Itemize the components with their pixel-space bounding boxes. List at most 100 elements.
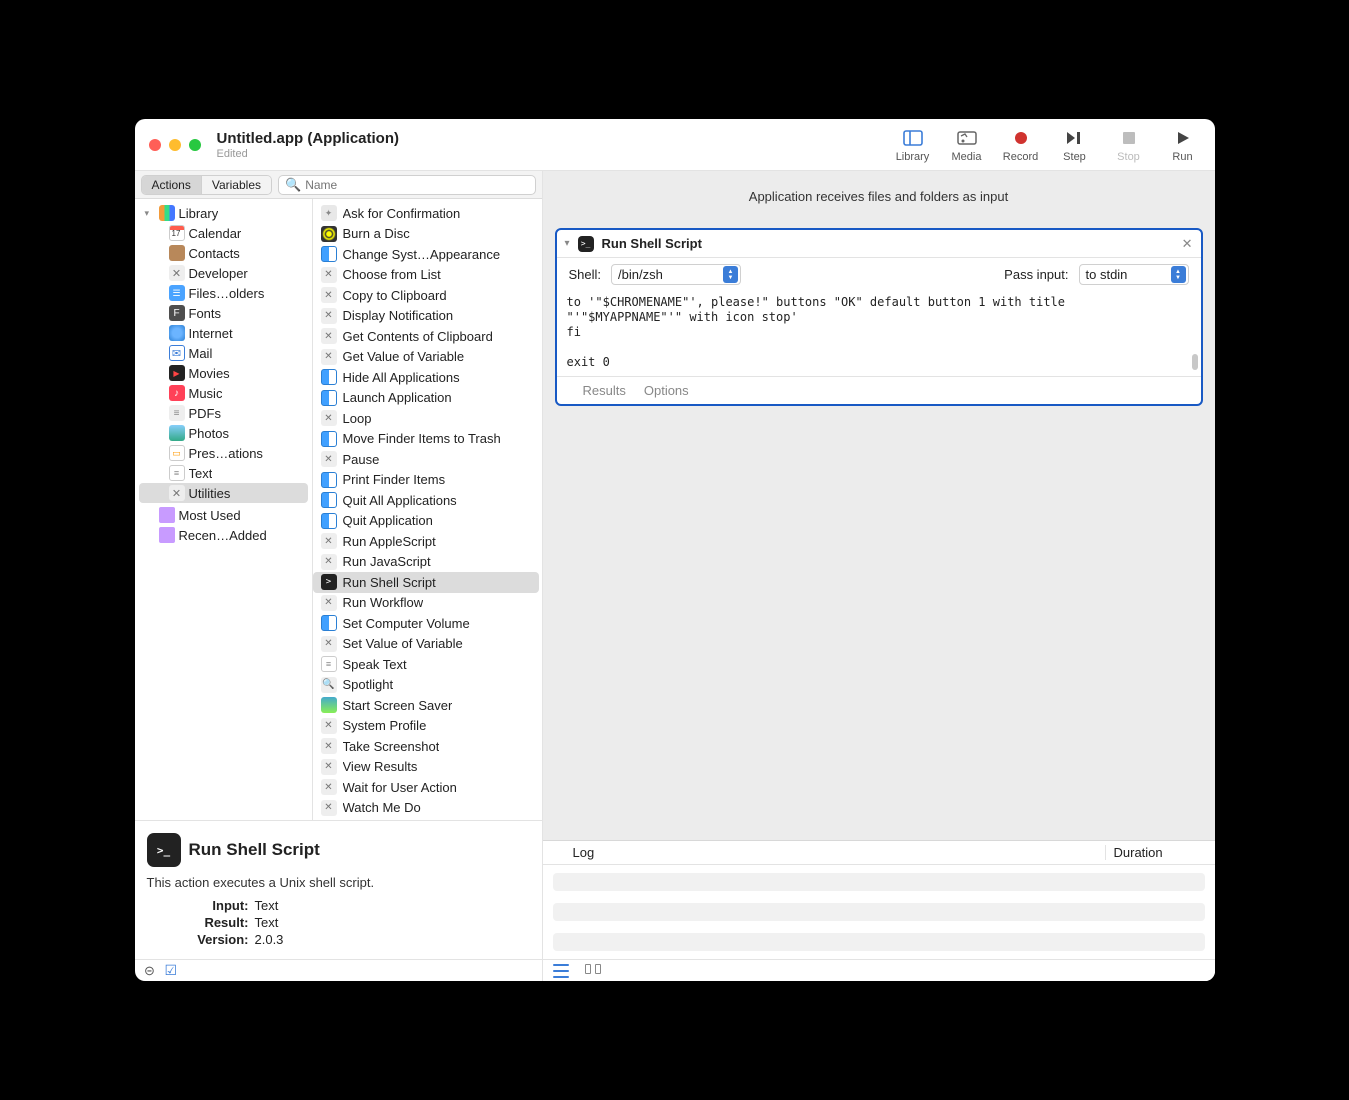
card-header[interactable]: ▾ >_ Run Shell Script ✕ — [557, 230, 1201, 258]
tree-item-label: PDFs — [189, 406, 222, 421]
toolbar-record-label: Record — [1003, 151, 1038, 163]
action-copy-to-clipboard[interactable]: Copy to Clipboard — [313, 285, 539, 306]
tree-item-developer[interactable]: Developer — [135, 263, 312, 283]
category-icon — [169, 305, 185, 321]
action-move-finder-items-to-trash[interactable]: Move Finder Items to Trash — [313, 429, 539, 450]
results-tab[interactable]: Results — [583, 383, 626, 398]
toolbar-media[interactable]: Media — [949, 127, 985, 163]
action-get-value-of-variable[interactable]: Get Value of Variable — [313, 347, 539, 368]
toolbar-step[interactable]: Step — [1057, 127, 1093, 163]
tree-item-contacts[interactable]: Contacts — [135, 243, 312, 263]
column-view-icon[interactable] — [585, 964, 601, 978]
action-spotlight[interactable]: Spotlight — [313, 675, 539, 696]
action-set-value-of-variable[interactable]: Set Value of Variable — [313, 634, 539, 655]
action-run-shell-script[interactable]: Run Shell Script — [313, 572, 539, 593]
action-run-applescript[interactable]: Run AppleScript — [313, 531, 539, 552]
cc-icon[interactable]: ⊝ — [143, 964, 157, 978]
action-loop[interactable]: Loop — [313, 408, 539, 429]
tree-item-mail[interactable]: Mail — [135, 343, 312, 363]
action-label: Display Notification — [343, 308, 454, 323]
info-description: This action executes a Unix shell script… — [147, 875, 530, 890]
action-view-results[interactable]: View Results — [313, 757, 539, 778]
chevron-down-icon[interactable]: ▾ — [145, 208, 155, 219]
tree-item-photos[interactable]: Photos — [135, 423, 312, 443]
tree-item-fonts[interactable]: Fonts — [135, 303, 312, 323]
pass-input-label: Pass input: — [1004, 267, 1068, 282]
window-subtitle: Edited — [217, 148, 895, 160]
search-field-wrap[interactable]: 🔍 — [278, 175, 536, 195]
tab-actions[interactable]: Actions — [142, 176, 201, 194]
list-view-icon[interactable] — [553, 964, 569, 978]
action-label: Start Screen Saver — [343, 698, 453, 713]
action-run-workflow[interactable]: Run Workflow — [313, 593, 539, 614]
pass-input-select[interactable]: to stdin — [1079, 264, 1189, 285]
tree-item-music[interactable]: Music — [135, 383, 312, 403]
minimize-window-button[interactable] — [169, 139, 181, 151]
action-quit-application[interactable]: Quit Application — [313, 511, 539, 532]
action-run-javascript[interactable]: Run JavaScript — [313, 552, 539, 573]
action-wait-for-user-action[interactable]: Wait for User Action — [313, 777, 539, 798]
tree-item-movies[interactable]: Movies — [135, 363, 312, 383]
tree-smart-most-used[interactable]: Most Used — [135, 505, 312, 525]
tree-item-utilities[interactable]: Utilities — [139, 483, 308, 503]
chevron-down-icon[interactable]: ▾ — [565, 238, 570, 249]
action-display-notification[interactable]: Display Notification — [313, 306, 539, 327]
toolbar-run[interactable]: Run — [1165, 127, 1201, 163]
close-window-button[interactable] — [149, 139, 161, 151]
script-editor[interactable]: to '"$CHROMENAME"', please!" buttons "OK… — [557, 291, 1201, 377]
tree-item-label: Utilities — [189, 486, 231, 501]
action-ask-for-confirmation[interactable]: Ask for Confirmation — [313, 203, 539, 224]
tab-variables[interactable]: Variables — [201, 176, 271, 194]
run-shell-script-card[interactable]: ▾ >_ Run Shell Script ✕ Shell: /bin/zsh … — [555, 228, 1203, 406]
action-launch-application[interactable]: Launch Application — [313, 388, 539, 409]
action-pause[interactable]: Pause — [313, 449, 539, 470]
action-system-profile[interactable]: System Profile — [313, 716, 539, 737]
toolbar-record[interactable]: Record — [1003, 127, 1039, 163]
action-icon — [321, 656, 337, 672]
toolbar-run-label: Run — [1172, 151, 1192, 163]
check-icon[interactable]: ☑︎ — [165, 962, 178, 979]
toolbar: Library Media Record Step Stop Run — [895, 127, 1201, 163]
action-hide-all-applications[interactable]: Hide All Applications — [313, 367, 539, 388]
duration-col-header[interactable]: Duration — [1105, 845, 1215, 860]
shell-select[interactable]: /bin/zsh — [611, 264, 741, 285]
action-take-screenshot[interactable]: Take Screenshot — [313, 736, 539, 757]
action-label: Pause — [343, 452, 380, 467]
action-change-syst-appearance[interactable]: Change Syst…Appearance — [313, 244, 539, 265]
tree-item-pdfs[interactable]: PDFs — [135, 403, 312, 423]
toolbar-library[interactable]: Library — [895, 127, 931, 163]
action-watch-me-do[interactable]: Watch Me Do — [313, 798, 539, 819]
action-speak-text[interactable]: Speak Text — [313, 654, 539, 675]
search-input[interactable] — [305, 178, 528, 192]
options-tab[interactable]: Options — [644, 383, 689, 398]
tree-item-label: Recen…Added — [179, 528, 267, 543]
tree-root[interactable]: ▾ Library — [135, 203, 312, 223]
workflow-canvas[interactable]: ▾ >_ Run Shell Script ✕ Shell: /bin/zsh … — [543, 222, 1215, 840]
action-get-contents-of-clipboard[interactable]: Get Contents of Clipboard — [313, 326, 539, 347]
action-print-finder-items[interactable]: Print Finder Items — [313, 470, 539, 491]
tree-item-internet[interactable]: Internet — [135, 323, 312, 343]
tree-item-pres-ations[interactable]: Pres…ations — [135, 443, 312, 463]
action-choose-from-list[interactable]: Choose from List — [313, 265, 539, 286]
tree-item-files-olders[interactable]: Files…olders — [135, 283, 312, 303]
zoom-window-button[interactable] — [189, 139, 201, 151]
action-set-computer-volume[interactable]: Set Computer Volume — [313, 613, 539, 634]
close-icon[interactable]: ✕ — [1182, 236, 1193, 252]
scrollbar-thumb[interactable] — [1192, 354, 1198, 370]
toolbar-library-label: Library — [896, 151, 930, 163]
tree-item-calendar[interactable]: Calendar — [135, 223, 312, 243]
tree-item-label: Internet — [189, 326, 233, 341]
library-tree[interactable]: ▾ Library CalendarContactsDeveloperFiles… — [135, 199, 313, 820]
action-burn-a-disc[interactable]: Burn a Disc — [313, 224, 539, 245]
log-header: Log Duration — [543, 841, 1215, 865]
workflow-column: Application receives files and folders a… — [543, 171, 1215, 981]
tree-smart-recen-added[interactable]: Recen…Added — [135, 525, 312, 545]
updown-icon — [723, 266, 738, 283]
action-label: Speak Text — [343, 657, 407, 672]
tree-item-text[interactable]: Text — [135, 463, 312, 483]
action-start-screen-saver[interactable]: Start Screen Saver — [313, 695, 539, 716]
action-quit-all-applications[interactable]: Quit All Applications — [313, 490, 539, 511]
log-col-header[interactable]: Log — [543, 845, 1105, 860]
tree-root-label: Library — [179, 206, 219, 221]
actions-list[interactable]: Ask for ConfirmationBurn a DiscChange Sy… — [313, 199, 542, 820]
